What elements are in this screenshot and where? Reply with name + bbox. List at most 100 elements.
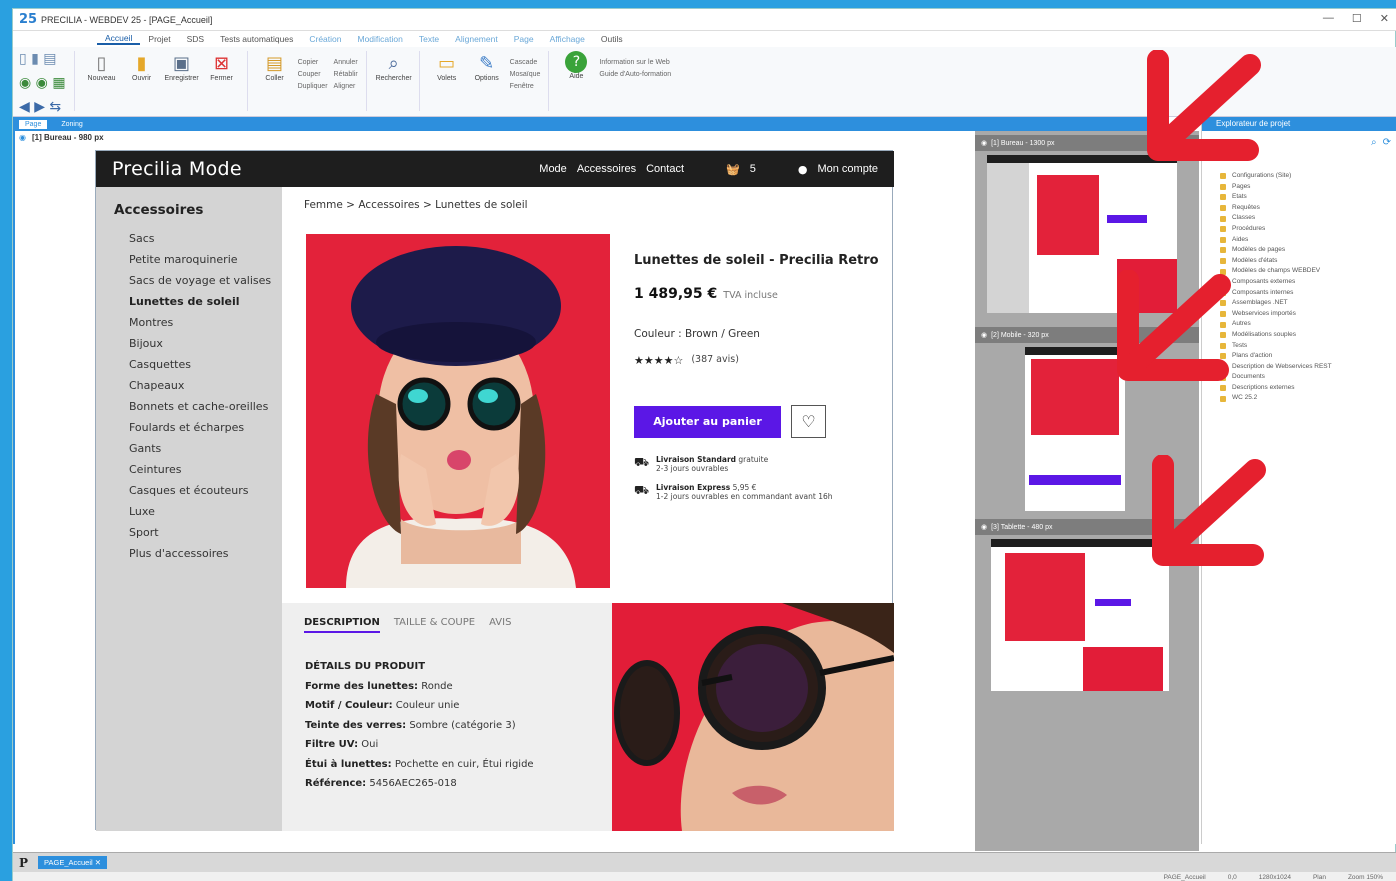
cascade-button[interactable]: Cascade — [510, 59, 541, 66]
sidebar-item[interactable]: Sacs de voyage et valises — [129, 270, 282, 291]
sidebar-item[interactable]: Lunettes de soleil — [129, 291, 282, 312]
sidebar-item[interactable]: Montres — [129, 312, 282, 333]
tab-zoning-view[interactable]: Zoning — [61, 121, 82, 128]
db-icon[interactable]: ◉ ◉ ▦ — [19, 75, 66, 91]
cart-icon[interactable]: 🧺 — [726, 163, 740, 176]
tab-modification[interactable]: Modification — [349, 34, 410, 44]
tile-button[interactable]: Mosaïque — [510, 71, 541, 78]
sidebar-item[interactable]: Plus d'accessoires — [129, 543, 282, 564]
explorer-item[interactable]: Modèles d'états — [1220, 256, 1332, 267]
nav-contact[interactable]: Contact — [646, 163, 684, 175]
sidebar-item[interactable]: Gants — [129, 438, 282, 459]
explorer-item[interactable]: Modèles de pages — [1220, 245, 1332, 256]
tab-sds[interactable]: SDS — [179, 34, 212, 44]
sidebar-item[interactable]: Ceintures — [129, 459, 282, 480]
tab-projet[interactable]: Projet — [140, 34, 178, 44]
web-page-canvas[interactable]: Precilia Mode Mode Accessoires Contact 🧺… — [95, 150, 894, 831]
options-button[interactable]: ✎ Options — [470, 51, 504, 83]
nav-accessoires[interactable]: Accessoires — [577, 163, 636, 175]
cut-button[interactable]: Couper — [298, 71, 328, 78]
tab-alignement[interactable]: Alignement — [447, 34, 506, 44]
explorer-item[interactable]: Pages — [1220, 182, 1332, 193]
maximize-icon[interactable]: ☐ — [1352, 12, 1362, 25]
close-icon[interactable]: ✕ — [1380, 12, 1389, 25]
arrow-annotation-2 — [1117, 270, 1231, 381]
explorer-item[interactable]: Requêtes — [1220, 203, 1332, 214]
product-price-row: 1 489,95 € TVA incluse — [634, 286, 884, 302]
sidebar-item[interactable]: Petite maroquinerie — [129, 249, 282, 270]
tab-description[interactable]: DESCRIPTION — [304, 617, 380, 633]
back-forward-icon[interactable]: ◀ ▶ ⇆ — [19, 99, 66, 115]
mobile-preview-icon: ◉ — [981, 332, 988, 339]
explorer-item[interactable]: Classes — [1220, 213, 1332, 224]
window-button[interactable]: Fenêtre — [510, 83, 541, 90]
project-p-icon: P — [19, 855, 29, 870]
web-info-button[interactable]: Information sur le Web — [599, 59, 671, 66]
search-button[interactable]: ⌕ Rechercher — [376, 51, 412, 83]
detail-row: Teinte des verres: Sombre (catégorie 3) — [305, 720, 534, 740]
doc-tab-page-accueil[interactable]: PAGE_Accueil ✕ — [38, 856, 108, 869]
explorer-search-icon[interactable]: ⌕ — [1371, 137, 1377, 148]
sidebar-item[interactable]: Luxe — [129, 501, 282, 522]
save-button[interactable]: ▣ Enregistrer — [164, 51, 198, 83]
redo-button[interactable]: Rétablir — [334, 71, 358, 78]
site-brand[interactable]: Precilia Mode — [112, 158, 242, 180]
detail-value: Pochette en cuir, Étui rigide — [394, 758, 534, 770]
product-image[interactable] — [306, 234, 610, 588]
preview-tablet-thumb[interactable] — [991, 539, 1169, 691]
tab-creation[interactable]: Création — [301, 34, 349, 44]
tab-avis[interactable]: AVIS — [489, 617, 511, 633]
sidebar-item[interactable]: Foulards et écharpes — [129, 417, 282, 438]
panes-button[interactable]: ▭ Volets — [430, 51, 464, 83]
explorer-item[interactable]: Procédures — [1220, 224, 1332, 235]
detail-row: Filtre UV: Oui — [305, 739, 534, 759]
tab-tests[interactable]: Tests automatiques — [212, 34, 301, 44]
sidebar-item[interactable]: Casques et écouteurs — [129, 480, 282, 501]
tab-affichage[interactable]: Affichage — [542, 34, 593, 44]
ribbon-group-search: ⌕ Rechercher — [376, 51, 420, 111]
sidebar-item[interactable]: Bonnets et cache-oreilles — [129, 396, 282, 417]
folder-icon — [1220, 226, 1226, 233]
add-to-cart-button[interactable]: Ajouter au panier — [634, 405, 781, 438]
sidebar-item[interactable]: Casquettes — [129, 354, 282, 375]
ribbon-group-help: ? Aide Information sur le Web Guide d'Aut… — [559, 51, 679, 111]
duplicate-button[interactable]: Dupliquer — [298, 83, 328, 90]
explorer-item-label: Requêtes — [1232, 203, 1260, 211]
tab-page-view[interactable]: Page — [19, 119, 48, 129]
tab-outils[interactable]: Outils — [593, 34, 631, 44]
sidebar-item[interactable]: Bijoux — [129, 333, 282, 354]
secondary-image[interactable] — [612, 603, 894, 831]
help-button[interactable]: ? Aide — [559, 51, 593, 80]
sidebar-item[interactable]: Chapeaux — [129, 375, 282, 396]
minimize-icon[interactable]: — — [1323, 12, 1334, 25]
explorer-item[interactable]: Aides — [1220, 235, 1332, 246]
account-icon[interactable]: ● — [798, 163, 808, 176]
review-count[interactable]: (387 avis) — [691, 354, 739, 367]
open-button[interactable]: ▮ Ouvrir — [125, 51, 159, 83]
nav-mode[interactable]: Mode — [539, 163, 567, 175]
status-zoom: Zoom 150% — [1347, 873, 1383, 881]
tab-texte[interactable]: Texte — [411, 34, 447, 44]
sidebar-item[interactable]: Sport — [129, 522, 282, 543]
explorer-refresh-icon[interactable]: ⟳ — [1383, 137, 1391, 148]
self-training-button[interactable]: Guide d'Auto-formation — [599, 71, 671, 78]
detail-key: Étui à lunettes: — [305, 758, 392, 770]
tab-page[interactable]: Page — [506, 34, 542, 44]
new-doc-icon[interactable]: ▯ ▮ ▤ — [19, 51, 66, 67]
explorer-item[interactable]: Etats — [1220, 192, 1332, 203]
undo-button[interactable]: Annuler — [334, 59, 358, 66]
detail-key: Forme des lunettes: — [305, 680, 419, 692]
copy-button[interactable]: Copier — [298, 59, 328, 66]
tab-accueil[interactable]: Accueil — [97, 33, 141, 45]
breadcrumb[interactable]: Femme > Accessoires > Lunettes de soleil — [304, 199, 528, 211]
folder-icon — [1220, 247, 1226, 254]
new-button[interactable]: ▯ Nouveau — [85, 51, 119, 83]
wishlist-heart-icon[interactable]: ♡ — [791, 405, 826, 438]
paste-button[interactable]: ▤ Coller — [258, 51, 292, 83]
explorer-item[interactable]: WC 25.2 — [1220, 393, 1332, 404]
align-button[interactable]: Aligner — [334, 83, 358, 90]
account-link[interactable]: Mon compte — [817, 163, 878, 175]
close-doc-button[interactable]: ⊠ Fermer — [205, 51, 239, 83]
sidebar-item[interactable]: Sacs — [129, 228, 282, 249]
tab-taille-coupe[interactable]: TAILLE & COUPE — [394, 617, 475, 633]
